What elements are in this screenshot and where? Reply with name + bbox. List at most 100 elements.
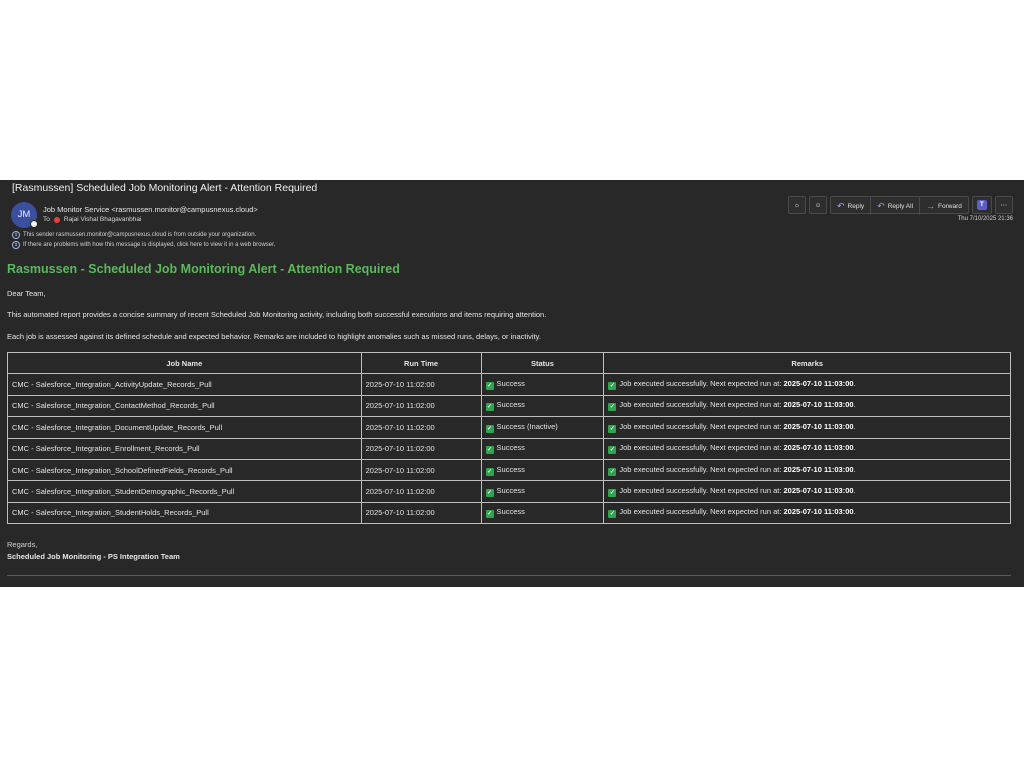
assessment-paragraph: Each job is assessed against its defined…	[7, 332, 541, 341]
display-problem-notice[interactable]: i If there are problems with how this me…	[12, 241, 275, 249]
table-row: CMC - Salesforce_Integration_Enrollment_…	[7, 437, 1011, 460]
external-sender-notice: i This sender rasmussen.monitor@campusne…	[12, 231, 256, 239]
remarks-cell: ✓ Job executed successfully. Next expecte…	[603, 373, 1011, 396]
column-header-job-name: Job Name	[7, 351, 362, 375]
check-icon: ✓	[608, 510, 617, 519]
job-name-cell: CMC - Salesforce_Integration_ActivityUpd…	[7, 373, 362, 396]
job-rows: CMC - Salesforce_Integration_ActivityUpd…	[7, 373, 1011, 525]
job-name-cell: CMC - Salesforce_Integration_StudentDemo…	[7, 480, 362, 503]
next-run-time: 2025-07-10 11:03:00	[783, 443, 854, 453]
more-icon: ⋯	[1000, 202, 1008, 209]
teams-icon: T	[976, 200, 987, 210]
status-cell: ✓ Success	[480, 437, 605, 460]
info-icon: i	[12, 241, 20, 249]
run-time-cell: 2025-07-10 11:02:00	[360, 416, 482, 439]
sender-name[interactable]: Job Monitor Service <rasmussen.monitor@c…	[43, 205, 258, 214]
status-cell: ✓ Success	[480, 394, 605, 418]
remarks-cell: ✓ Job executed successfully. Next expecte…	[603, 458, 1011, 482]
check-icon: ✓	[485, 424, 494, 433]
status-text: Success	[496, 486, 525, 496]
run-time-cell: 2025-07-10 11:02:00	[360, 394, 482, 418]
remark-suffix: .	[853, 379, 856, 389]
check-icon: ✓	[485, 467, 494, 476]
recipient-status-icon	[53, 216, 60, 223]
check-icon: ✓	[608, 403, 617, 412]
table-row: CMC - Salesforce_Integration_ContactMeth…	[7, 394, 1011, 418]
job-name-cell: CMC - Salesforce_Integration_Enrollment_…	[7, 437, 362, 460]
remark-suffix: .	[853, 421, 856, 431]
remark-suffix: .	[853, 443, 856, 453]
intro-paragraph: This automated report provides a concise…	[7, 310, 547, 319]
reply-label: Reply	[847, 202, 865, 210]
run-time-cell: 2025-07-10 11:02:00	[360, 458, 482, 482]
emoji-icon: ☺	[814, 201, 822, 209]
run-time-cell: 2025-07-10 11:02:00	[360, 373, 482, 396]
presence-status-icon	[30, 220, 38, 228]
table-row: CMC - Salesforce_Integration_StudentHold…	[7, 501, 1011, 525]
forward-button[interactable]: → Forward	[920, 197, 968, 215]
status-text: Success	[496, 443, 525, 453]
run-time-cell: 2025-07-10 11:02:00	[360, 501, 482, 525]
divider	[7, 575, 1011, 576]
remarks-cell: ✓ Job executed successfully. Next expecte…	[603, 437, 1011, 460]
table-row: CMC - Salesforce_Integration_DocumentUpd…	[7, 416, 1011, 439]
status-text: Success	[496, 507, 525, 517]
brightness-button[interactable]: ☼	[788, 196, 806, 214]
check-icon: ✓	[485, 510, 494, 519]
teams-button[interactable]: T	[971, 196, 992, 214]
job-status-table: Job Name Run Time Status Remarks CMC - S…	[7, 351, 1011, 525]
info-icon: i	[12, 231, 20, 239]
forward-label: Forward	[938, 202, 962, 210]
remark-text: Job executed successfully. Next expected…	[619, 400, 784, 410]
remark-suffix: .	[853, 507, 856, 517]
column-header-status: Status	[480, 351, 605, 375]
reply-actions-group: ↶ Reply ↶ Reply All → Forward	[830, 196, 969, 215]
message-heading: Rasmussen - Scheduled Job Monitoring Ale…	[7, 262, 400, 276]
check-icon: ✓	[608, 424, 617, 433]
external-sender-text: This sender rasmussen.monitor@campusnexu…	[23, 232, 257, 238]
reply-all-icon: ↶	[877, 200, 885, 211]
more-actions-button[interactable]: ⋯	[994, 196, 1013, 214]
check-icon: ✓	[485, 382, 494, 391]
remark-text: Job executed successfully. Next expected…	[619, 379, 784, 389]
remark-text: Job executed successfully. Next expected…	[619, 486, 784, 496]
table-row: CMC - Salesforce_Integration_SchoolDefin…	[7, 458, 1011, 482]
remarks-cell: ✓ Job executed successfully. Next expecte…	[603, 480, 1011, 503]
next-run-time: 2025-07-10 11:03:00	[783, 400, 854, 410]
email-reading-pane: [Rasmussen] Scheduled Job Monitoring Ale…	[0, 180, 1024, 587]
recipient-line: To Rajai Vishal Bhagavanbhai	[43, 216, 141, 223]
display-problem-text[interactable]: If there are problems with how this mess…	[23, 242, 275, 248]
job-name-cell: CMC - Salesforce_Integration_ContactMeth…	[7, 394, 362, 418]
remarks-cell: ✓ Job executed successfully. Next expecte…	[603, 416, 1011, 439]
status-cell: ✓ Success (Inactive)	[480, 416, 605, 439]
received-date: Thu 7/10/2025 21:36	[957, 216, 1013, 222]
check-icon: ✓	[485, 489, 494, 498]
message-toolbar: ☼ ☺ ↶ Reply ↶ Reply All → Forward T ⋯	[788, 196, 1013, 215]
status-cell: ✓ Success	[480, 501, 605, 525]
reply-all-label: Reply All	[887, 202, 914, 210]
signature-text: Scheduled Job Monitoring - PS Integratio…	[7, 552, 180, 561]
remark-suffix: .	[853, 464, 856, 474]
run-time-cell: 2025-07-10 11:02:00	[360, 480, 482, 503]
remark-suffix: .	[853, 486, 856, 496]
to-label: To	[43, 216, 50, 223]
column-header-remarks: Remarks	[603, 351, 1011, 375]
remark-suffix: .	[853, 400, 856, 410]
regards-text: Regards,	[7, 540, 38, 549]
next-run-time: 2025-07-10 11:03:00	[783, 486, 854, 496]
reply-button[interactable]: ↶ Reply	[831, 197, 872, 215]
greeting-text: Dear Team,	[7, 289, 46, 298]
next-run-time: 2025-07-10 11:03:00	[783, 507, 854, 517]
recipient-name[interactable]: Rajai Vishal Bhagavanbhai	[64, 216, 142, 223]
status-text: Success	[496, 464, 525, 474]
status-text: Success	[496, 400, 525, 410]
emoji-button[interactable]: ☺	[809, 196, 827, 214]
check-icon: ✓	[485, 446, 494, 455]
table-row: CMC - Salesforce_Integration_StudentDemo…	[7, 480, 1011, 503]
check-icon: ✓	[608, 489, 617, 498]
run-time-cell: 2025-07-10 11:02:00	[360, 437, 482, 460]
status-cell: ✓ Success	[480, 480, 605, 503]
reply-all-button[interactable]: ↶ Reply All	[871, 197, 921, 215]
reply-icon: ↶	[837, 200, 845, 211]
remarks-cell: ✓ Job executed successfully. Next expecte…	[603, 394, 1011, 418]
